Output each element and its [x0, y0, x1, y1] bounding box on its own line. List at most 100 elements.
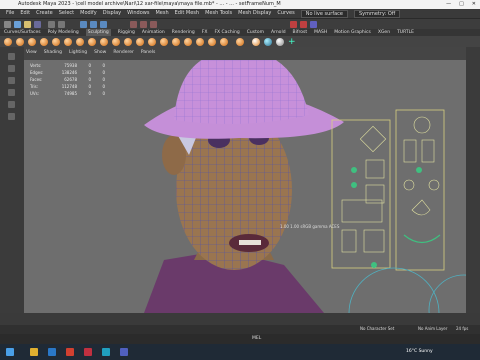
select-hierarchy-icon[interactable] [80, 21, 87, 28]
knife-tool-icon[interactable] [160, 38, 168, 46]
unfreeze-tool-icon[interactable] [236, 38, 244, 46]
tab-turtle[interactable]: TURTLE [397, 29, 414, 36]
maya-icon[interactable] [102, 348, 110, 356]
photoshop-icon[interactable] [120, 348, 128, 356]
character-set-field[interactable]: No Character Set [360, 326, 394, 331]
fill-tool-icon[interactable] [148, 38, 156, 46]
lasso-tool-icon[interactable] [8, 65, 15, 72]
sculpt-tool-icon[interactable] [4, 38, 12, 46]
bulge-tool-icon[interactable] [184, 38, 192, 46]
repeat-tool-icon[interactable] [100, 38, 108, 46]
live-surface-dropdown[interactable]: No live surface [300, 10, 348, 18]
mask-tool-icon[interactable] [220, 38, 228, 46]
maximize-icon[interactable]: □ [459, 0, 464, 9]
tab-mash[interactable]: MASH [314, 29, 327, 36]
tab-custom[interactable]: Custom [247, 29, 264, 36]
tab-rigging[interactable]: Rigging [118, 29, 135, 36]
vp-menu-shading[interactable]: Shading [44, 50, 62, 55]
tab-bifrost[interactable]: Bifrost [293, 29, 308, 36]
menu-create[interactable]: Create [36, 9, 53, 18]
vp-menu-view[interactable]: View [26, 50, 37, 55]
scrape-tool-icon[interactable] [136, 38, 144, 46]
tab-poly-modeling[interactable]: Poly Modeling [48, 29, 79, 36]
vp-menu-show[interactable]: Show [94, 50, 106, 55]
weather-tray[interactable]: 16°C Sunny [406, 349, 433, 354]
tab-curves-surfaces[interactable]: Curves/Surfaces [4, 29, 41, 36]
mode-icon[interactable] [4, 21, 11, 28]
vp-menu-lighting[interactable]: Lighting [69, 50, 87, 55]
attribute-icon[interactable] [264, 38, 272, 46]
foamy-tool-icon[interactable] [76, 38, 84, 46]
vp-menu-renderer[interactable]: Renderer [113, 50, 134, 55]
tab-sculpting[interactable]: Sculpting [85, 29, 111, 36]
wax-tool-icon[interactable] [124, 38, 132, 46]
scale-tool-icon[interactable] [8, 113, 15, 120]
tab-motion-graphics[interactable]: Motion Graphics [334, 29, 371, 36]
menu-mesh[interactable]: Mesh [155, 9, 168, 18]
menu-edit-mesh[interactable]: Edit Mesh [175, 9, 199, 18]
open-scene-icon[interactable] [24, 21, 31, 28]
grab-tool-icon[interactable] [40, 38, 48, 46]
vp-menu-panels[interactable]: Panels [141, 50, 155, 55]
menu-modify[interactable]: Modify [80, 9, 97, 18]
flatten-tool-icon[interactable] [64, 38, 72, 46]
face-rig-controls[interactable] [331, 109, 445, 271]
redo-icon[interactable] [58, 21, 65, 28]
hud-label: Edges: [30, 70, 44, 75]
rotate-tool-icon[interactable] [8, 101, 15, 108]
start-icon[interactable] [6, 348, 14, 356]
menu-select[interactable]: Select [59, 9, 74, 18]
paint-select-icon[interactable] [8, 77, 15, 84]
smooth-tool-icon[interactable] [16, 38, 24, 46]
settings-icon[interactable] [276, 38, 284, 46]
menu-file[interactable]: File [6, 9, 14, 18]
select-object-icon[interactable] [90, 21, 97, 28]
anim-layer-field[interactable]: No Anim Layer [418, 326, 447, 331]
snap-point-icon[interactable] [150, 21, 157, 28]
tab-arnold[interactable]: Arnold [271, 29, 286, 36]
tab-fx-caching[interactable]: FX Caching [214, 29, 239, 36]
edge-icon[interactable] [48, 348, 56, 356]
ipr-render-icon[interactable] [300, 21, 307, 28]
tab-animation[interactable]: Animation [142, 29, 165, 36]
select-component-icon[interactable] [100, 21, 107, 28]
render-settings-icon[interactable] [310, 21, 317, 28]
close-icon[interactable]: ✕ [472, 0, 476, 9]
app-icon[interactable] [84, 348, 92, 356]
viewport-3d[interactable] [24, 60, 466, 313]
menu-display[interactable]: Display [103, 9, 121, 18]
tab-fx[interactable]: FX [202, 29, 208, 36]
file-explorer-icon[interactable] [30, 348, 38, 356]
freeze-tool-icon[interactable] [208, 38, 216, 46]
amplify-tool-icon[interactable] [196, 38, 204, 46]
chrome-icon[interactable] [66, 348, 74, 356]
undo-icon[interactable] [48, 21, 55, 28]
plus-icon[interactable]: + [288, 38, 296, 47]
select-tool-icon[interactable] [8, 53, 15, 60]
menu-mesh-tools[interactable]: Mesh Tools [205, 9, 232, 18]
relax-tool-icon[interactable] [28, 38, 36, 46]
tab-xgen[interactable]: XGen [378, 29, 390, 36]
new-scene-icon[interactable] [14, 21, 21, 28]
save-scene-icon[interactable] [34, 21, 41, 28]
tab-rendering[interactable]: Rendering [172, 29, 195, 36]
pinch-tool-icon[interactable] [52, 38, 60, 46]
mel-label[interactable]: MEL [252, 336, 261, 341]
menu-mesh-display[interactable]: Mesh Display [238, 9, 271, 18]
time-slider[interactable] [0, 313, 480, 325]
fps-field[interactable]: 24 fps [456, 326, 468, 331]
menu-curves[interactable]: Curves [277, 9, 294, 18]
render-icon[interactable] [290, 21, 297, 28]
soft-select-icon[interactable] [252, 38, 260, 46]
move-tool-icon[interactable] [8, 89, 15, 96]
symmetry-dropdown[interactable]: Symmetry: Off [353, 10, 401, 18]
spray-tool-icon[interactable] [88, 38, 96, 46]
snap-grid-icon[interactable] [130, 21, 137, 28]
menu-windows[interactable]: Windows [127, 9, 149, 18]
menu-edit[interactable]: Edit [20, 9, 30, 18]
imprint-tool-icon[interactable] [112, 38, 120, 46]
snap-curve-icon[interactable] [140, 21, 147, 28]
smear-tool-icon[interactable] [172, 38, 180, 46]
minimize-icon[interactable]: — [446, 0, 451, 9]
rotate-manipulator[interactable] [348, 267, 440, 313]
